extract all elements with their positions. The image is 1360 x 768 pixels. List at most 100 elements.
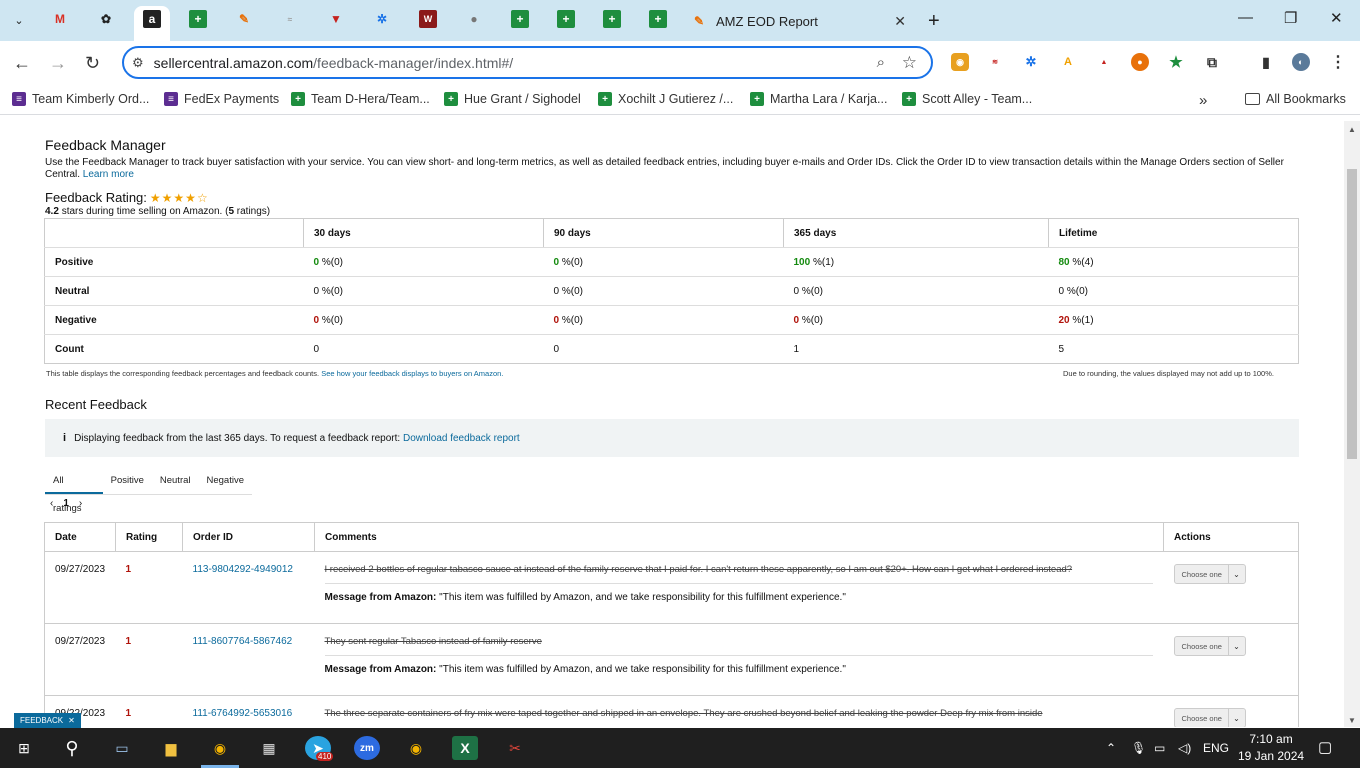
tab-all-ratings[interactable]: All ratings <box>45 467 103 514</box>
red-triangle-tab-icon[interactable]: ▼ <box>327 10 345 28</box>
sheets-tab-icon[interactable]: + <box>649 10 667 28</box>
info-text: Displaying feedback from the last 365 da… <box>74 432 401 444</box>
extensions-puzzle-icon[interactable]: ⧉ <box>1203 53 1221 71</box>
action-select[interactable]: Choose one ⌄ <box>1173 708 1246 727</box>
extension-icon[interactable]: ◉ <box>951 53 969 71</box>
sheets-tab-icon[interactable]: + <box>603 10 621 28</box>
forward-arrow-icon[interactable]: → <box>49 53 67 74</box>
minimize-icon[interactable]: — <box>1238 9 1253 26</box>
close-icon[interactable]: ✕ <box>68 716 75 725</box>
amz-eod-report-tab[interactable]: ✎ AMZ EOD Report ✕ <box>690 8 910 34</box>
prev-page-chevron-icon[interactable]: ‹ <box>50 498 53 509</box>
profile-avatar[interactable]: ◐ <box>1292 53 1310 71</box>
extension-icon[interactable]: ≋ <box>986 53 1004 71</box>
feedback-badge[interactable]: FEEDBACK ✕ <box>14 713 81 728</box>
order-id-link[interactable]: 111-6764992-5653016 <box>193 708 293 719</box>
extension-icon[interactable]: A <box>1059 53 1077 71</box>
amazon-tab-icon[interactable]: a <box>143 10 161 28</box>
chatgpt-tab-icon[interactable]: ✿ <box>97 10 115 28</box>
bookmark-item[interactable]: + Hue Grant / Sighodel <box>444 92 581 106</box>
system-clock[interactable]: 7:10 am 19 Jan 2024 <box>1238 731 1304 765</box>
snipping-tool-icon[interactable]: ✂ <box>502 736 528 760</box>
notification-icon[interactable]: ▢ <box>1318 738 1332 756</box>
table-row: 09/22/2023 1 111-6764992-5653016 The thr… <box>44 695 1299 727</box>
scrollbar-thumb[interactable] <box>1347 169 1357 459</box>
new-tab-plus-icon[interactable]: + <box>928 10 940 33</box>
file-explorer-icon[interactable]: ▆ <box>158 736 184 760</box>
misc-tab-icon[interactable]: ≈ <box>281 10 299 28</box>
windows-start-icon[interactable]: ⊞ <box>11 736 37 760</box>
network-icon[interactable]: ▭ <box>1154 741 1165 755</box>
zoom-app-icon[interactable]: zm <box>354 736 380 760</box>
metric-value: 0 <box>313 314 320 326</box>
bookmark-star-icon[interactable]: ☆ <box>902 53 917 73</box>
bookmark-item[interactable]: + Team D-Hera/Team... <box>291 92 430 106</box>
action-select[interactable]: Choose one ⌄ <box>1173 636 1246 656</box>
reload-icon[interactable]: ↻ <box>85 53 100 74</box>
globe-tab-icon[interactable]: ● <box>465 10 483 28</box>
restore-icon[interactable]: ❐ <box>1284 9 1297 27</box>
sheets-tab-icon[interactable]: + <box>511 10 529 28</box>
recent-feedback-table: Date Rating Order ID Comments Actions 09… <box>44 522 1299 727</box>
metric-value: 0 <box>1058 285 1065 297</box>
tab-search-chevron-icon[interactable]: ⌄ <box>8 9 30 31</box>
page-scrollbar[interactable]: ▲ ▼ <box>1344 121 1360 727</box>
metric-cell: 0 <box>553 343 560 355</box>
back-arrow-icon[interactable]: ← <box>13 53 31 74</box>
extension-icon[interactable]: ● <box>1131 53 1149 71</box>
tray-chevron-up-icon[interactable]: ⌃ <box>1106 741 1116 755</box>
chrome-icon[interactable]: ◉ <box>207 736 233 760</box>
order-id-link[interactable]: 113-9804292-4949012 <box>193 564 293 575</box>
recent-feedback-title: Recent Feedback <box>45 397 147 412</box>
scroll-down-arrow-icon[interactable]: ▼ <box>1348 716 1356 725</box>
comment-cell: I received 2 bottles of regular tabasco … <box>314 551 1164 624</box>
calculator-icon[interactable]: ▦ <box>256 736 282 760</box>
rating-count: 5 <box>228 206 234 217</box>
dots-tab-icon[interactable]: ✲ <box>373 10 391 28</box>
extension-icon[interactable]: ▲ <box>1095 53 1113 71</box>
next-page-chevron-icon[interactable]: › <box>79 498 82 509</box>
buyer-display-link[interactable]: See how your feedback displays to buyers… <box>321 369 503 378</box>
bookmark-label: Team Kimberly Ord... <box>32 92 150 106</box>
vw-tab-icon[interactable]: W <box>419 10 437 28</box>
close-window-icon[interactable]: ✕ <box>1330 9 1343 27</box>
tab-positive[interactable]: Positive <box>103 467 152 494</box>
address-bar[interactable]: ⚙ sellercentral.amazon.com/feedback-mana… <box>122 46 933 79</box>
metric-cell: 0 %(0) <box>543 305 784 335</box>
bookmark-item[interactable]: + Martha Lara / Karja... <box>750 92 887 106</box>
close-tab-icon[interactable]: ✕ <box>894 13 906 30</box>
side-panel-icon[interactable]: ▮ <box>1257 53 1275 71</box>
all-bookmarks-button[interactable]: All Bookmarks <box>1245 92 1346 106</box>
sheets-tab-icon[interactable]: + <box>557 10 575 28</box>
tab-neutral[interactable]: Neutral <box>152 467 199 494</box>
chrome-icon[interactable]: ◉ <box>403 736 429 760</box>
bookmark-item[interactable]: ≡ Team Kimberly Ord... <box>12 92 149 106</box>
edit-tab-icon[interactable]: ✎ <box>235 10 253 28</box>
bookmark-item[interactable]: ≡ FedEx Payments <box>164 92 279 106</box>
action-select[interactable]: Choose one ⌄ <box>1173 564 1246 584</box>
zoom-icon[interactable]: ⌕ <box>877 54 885 71</box>
chrome-menu-icon[interactable]: ⋮ <box>1329 53 1347 71</box>
url-text[interactable]: sellercentral.amazon.com/feedback-manage… <box>154 55 514 71</box>
order-id-link[interactable]: 111-8607764-5867462 <box>193 636 293 647</box>
search-icon[interactable]: ⚲ <box>59 736 85 760</box>
current-page[interactable]: 1 <box>63 498 69 509</box>
metric-cell: 0 %(0) <box>543 276 784 306</box>
bookmark-item[interactable]: + Scott Alley - Team... <box>902 92 1032 106</box>
extension-star-icon[interactable]: ★ <box>1167 53 1185 71</box>
volume-icon[interactable]: ◁) <box>1178 741 1191 755</box>
more-bookmarks-chevron[interactable]: » <box>1199 92 1207 109</box>
bookmark-item[interactable]: + Xochilt J Gutierez /... <box>598 92 733 106</box>
excel-icon[interactable]: X <box>452 736 478 760</box>
gmail-tab-icon[interactable]: M <box>51 10 69 28</box>
download-feedback-report-link[interactable]: Download feedback report <box>403 433 520 444</box>
input-language[interactable]: ENG <box>1203 741 1229 755</box>
microphone-icon[interactable]: 🎙 <box>1131 741 1146 755</box>
scroll-up-arrow-icon[interactable]: ▲ <box>1348 125 1356 134</box>
tab-negative[interactable]: Negative <box>199 467 253 494</box>
site-info-icon[interactable]: ⚙ <box>132 55 144 71</box>
extension-icon[interactable]: ✲ <box>1022 53 1040 71</box>
desktop-app-icon[interactable]: ▭ <box>109 736 135 760</box>
sheets-tab-icon[interactable]: + <box>189 10 207 28</box>
learn-more-link[interactable]: Learn more <box>83 169 134 180</box>
